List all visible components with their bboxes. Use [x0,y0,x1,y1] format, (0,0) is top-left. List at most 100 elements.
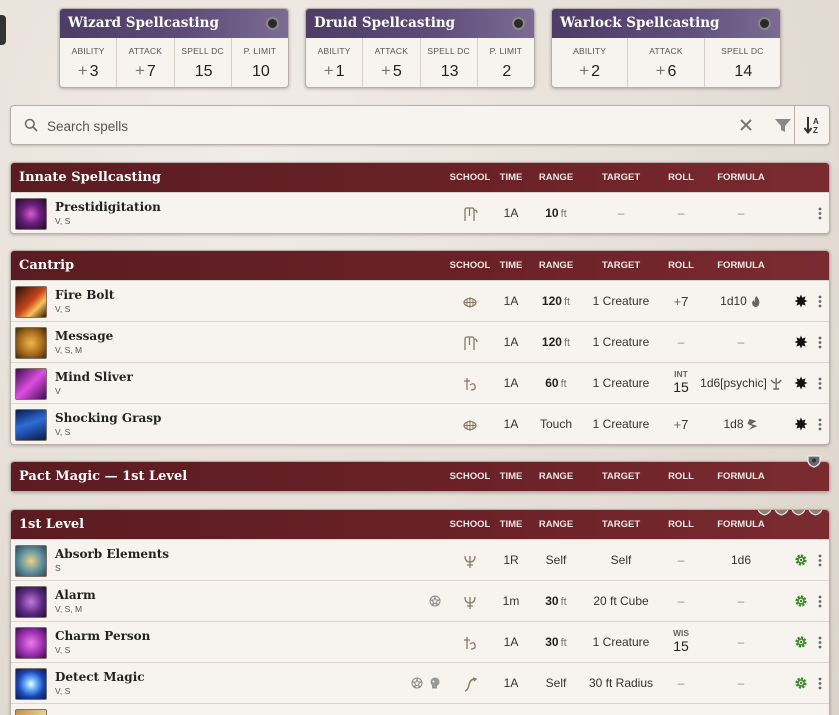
clear-search-icon[interactable] [739,118,753,132]
spell-name[interactable]: Absorb Elements [55,547,169,561]
column-header-range[interactable]: RANGE [539,510,573,539]
column-header-roll[interactable]: ROLL [668,251,694,280]
cast-icon[interactable] [794,417,808,431]
row-menu-icon[interactable] [818,554,822,567]
stat-ability[interactable]: ABILITY +1 [306,38,364,87]
row-menu-icon[interactable] [818,418,822,431]
sort-button[interactable]: AZ [794,106,830,144]
column-header-time[interactable]: TIME [500,163,523,192]
stat-attack[interactable]: ATTACK +5 [363,38,421,87]
row-menu-icon[interactable] [818,207,822,220]
spell-name[interactable]: Shocking Grasp [55,411,161,425]
column-header-formula[interactable]: FORMULA [717,462,765,491]
spell-name[interactable]: Prestidigitation [55,200,161,214]
spell-name[interactable]: Mind Sliver [55,370,133,384]
column-header-formula[interactable]: FORMULA [717,251,765,280]
row-menu-icon[interactable] [818,595,822,608]
spell-thumbnail [15,545,47,577]
prepared-gear-icon[interactable] [794,594,808,608]
filter-icon[interactable] [774,118,792,133]
spell-row[interactable]: Prestidigitation V, S 1A 10 ft – – – [11,192,829,233]
spell-row[interactable]: Message V, S, M 1A 120 ft 1 Creature – – [11,321,829,362]
column-header-school[interactable]: SCHOOL [450,462,491,491]
column-header-target[interactable]: TARGET [602,510,640,539]
spell-name[interactable]: Fire Bolt [55,288,114,302]
range-value: Self [545,553,567,567]
stat-label: SPELL DC [181,46,224,56]
spell-row[interactable]: Shocking Grasp V, S 1A Touch 1 Creature +7 1d8 [11,403,829,444]
spell-row[interactable]: Alarm V, S, M 1m 30 ft 20 ft Cube – – [11,580,829,621]
spell-row[interactable]: Absorb Elements S 1R Self Self – 1d6 [11,539,829,580]
prepared-gear-icon[interactable] [794,553,808,567]
spell-slot-icon[interactable] [791,509,806,516]
column-header-target[interactable]: TARGET [602,163,640,192]
cast-icon[interactable] [794,335,808,349]
section-header[interactable]: Innate Spellcasting SCHOOL TIME RANGE TARGET… [11,163,829,192]
column-header-range[interactable]: RANGE [539,163,573,192]
column-header-school[interactable]: SCHOOL [450,163,491,192]
column-header-school[interactable]: SCHOOL [450,251,491,280]
spell-components: S [55,563,61,573]
column-header-school[interactable]: SCHOOL [450,510,491,539]
spell-row[interactable]: Charm Person V, S 1A 30 ft 1 Creature WIS 15 – [11,621,829,662]
column-header-time[interactable]: TIME [500,510,523,539]
prepared-gear-icon[interactable] [794,676,808,690]
damage-formula[interactable]: 1d8 [723,404,758,445]
spell-name[interactable]: Message [55,329,113,343]
attack-roll[interactable]: +7 [674,281,689,322]
column-header-formula[interactable]: FORMULA [717,163,765,192]
column-header-time[interactable]: TIME [500,462,523,491]
section-header[interactable]: Pact Magic — 1st Level SCHOOL TIME RANGE TAR… [11,462,829,491]
cast-icon[interactable] [794,294,808,308]
stat-p-limit[interactable]: P. LIMIT 2 [478,38,534,87]
spell-slot-icon[interactable] [808,509,823,516]
section-title: 1st Level [19,517,85,532]
column-header-roll[interactable]: ROLL [668,163,694,192]
prepared-gear-icon[interactable] [794,635,808,649]
column-header-roll[interactable]: ROLL [668,510,694,539]
card-status-dot[interactable] [758,17,771,30]
column-header-range[interactable]: RANGE [539,462,573,491]
damage-formula[interactable]: 1d6[psychic] [700,363,782,404]
stat-spell-dc[interactable]: SPELL DC 13 [421,38,478,87]
spell-row[interactable]: Fire Bolt V, S 1A 120 ft 1 Creature +7 1d10 [11,280,829,321]
column-header-roll[interactable]: ROLL [668,462,694,491]
search-input[interactable] [47,115,727,137]
spell-row[interactable] [11,703,829,715]
attack-roll[interactable]: +7 [674,404,689,445]
row-menu-icon[interactable] [818,636,822,649]
stat-ability[interactable]: ABILITY +3 [60,38,118,87]
range-unit: ft [560,208,567,220]
stat-attack[interactable]: ATTACK +6 [628,38,705,87]
card-status-dot[interactable] [512,17,525,30]
stat-attack[interactable]: ATTACK +7 [117,38,175,87]
column-header-target[interactable]: TARGET [602,251,640,280]
card-status-dot[interactable] [266,17,279,30]
damage-formula[interactable]: 1d10 [720,281,762,322]
row-menu-icon[interactable] [818,295,822,308]
spell-slot-icon[interactable] [757,509,772,516]
spell-slot-icon[interactable] [774,509,789,516]
cast-icon[interactable] [794,376,808,390]
spell-name[interactable]: Alarm [55,588,96,602]
column-header-range[interactable]: RANGE [539,251,573,280]
stat-ability[interactable]: ABILITY +2 [552,38,629,87]
row-menu-icon[interactable] [818,336,822,349]
section-header[interactable]: Cantrip SCHOOL TIME RANGE TARGET ROLL FORMULA [11,251,829,280]
stat-spell-dc[interactable]: SPELL DC 14 [705,38,780,87]
row-menu-icon[interactable] [818,677,822,690]
spell-components: V, S, M [55,604,83,614]
sidebar-handle[interactable] [0,15,6,45]
spell-row[interactable]: Mind Sliver V 1A 60 ft 1 Creature INT 15 1d6[psy… [11,362,829,403]
column-header-time[interactable]: TIME [500,251,523,280]
section-header[interactable]: 1st Level SCHOOL TIME RANGE TARGET ROLL FORMUL… [11,510,829,539]
spell-name[interactable]: Detect Magic [55,670,145,684]
stat-sign: + [579,61,590,80]
spell-name[interactable]: Charm Person [55,629,150,643]
stat-label: ABILITY [71,46,105,56]
row-menu-icon[interactable] [818,377,822,390]
stat-spell-dc[interactable]: SPELL DC 15 [175,38,232,87]
spell-row[interactable]: Detect Magic V, S 1A Self 30 ft Radius – – [11,662,829,703]
column-header-target[interactable]: TARGET [602,462,640,491]
stat-p-limit[interactable]: P. LIMIT 10 [232,38,288,87]
